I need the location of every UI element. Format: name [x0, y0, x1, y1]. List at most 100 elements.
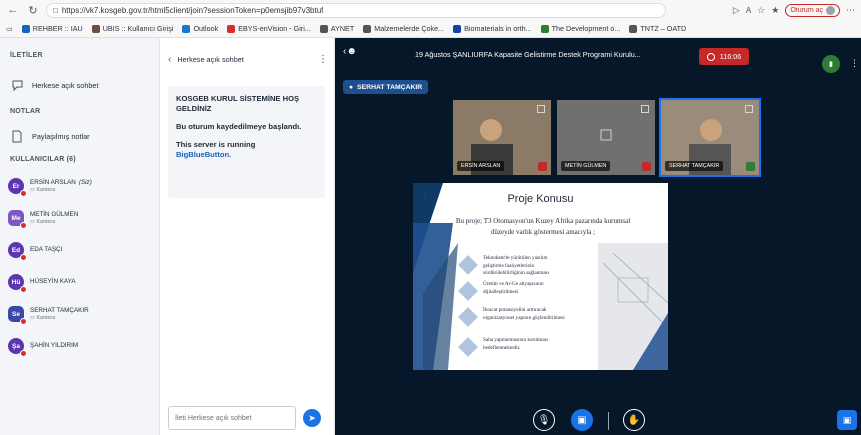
signal-icon: ▮ — [829, 61, 833, 68]
avatar: Şa — [8, 338, 27, 357]
bookmark-item[interactable]: EBYS-enVision - Giri... — [227, 24, 311, 33]
video-tile[interactable]: ERSİN ARSLAN — [453, 100, 551, 175]
bookmark-item[interactable]: AYNET — [319, 24, 354, 33]
bookmark-label: Biomaterials in orth... — [464, 24, 532, 33]
address-bar[interactable]: □ https://vk7.kosgeb.gov.tr/html5client/… — [46, 2, 666, 18]
bookmark-favicon-icon — [91, 24, 100, 33]
bookmark-item[interactable]: UBIS :: Kullanıcı Girişi — [91, 24, 173, 33]
muted-badge-icon — [20, 286, 27, 293]
raise-hand-button[interactable]: ✋ — [623, 409, 645, 431]
you-label: (Siz) — [78, 179, 92, 187]
slide-bullet-text: Teknokent'te yürütülen yazılım geliştirm… — [483, 255, 550, 277]
bookmark-label: EBYS-enVision - Giri... — [238, 24, 311, 33]
options-icon[interactable]: ⋮ — [850, 58, 859, 69]
user-name: ERSİN ARSLAN — [30, 179, 76, 187]
user-name-line: SERHAT TAMÇAKIR — [30, 307, 89, 315]
user-camera-status: ▭ Kamera — [30, 219, 78, 225]
welcome-message: KOSGEB KURUL SİSTEMİNE HOŞ GELDİNİZ Bu o… — [168, 86, 325, 198]
video-tile[interactable]: METİN GÜLMEN — [557, 100, 655, 175]
restore-presentation-button[interactable]: ▣ — [837, 410, 857, 430]
chat-options-icon[interactable]: ⋮ — [318, 54, 328, 65]
microphone-off-icon: 🎙 — [537, 414, 551, 426]
video-tile[interactable]: SERHAT TAMÇAKIR — [659, 98, 761, 177]
user-list-item[interactable]: Hü HÜSEYİN KAYA — [8, 274, 76, 293]
video-user-label[interactable]: ERSİN ARSLAN — [457, 161, 505, 171]
send-button[interactable]: ➤ — [303, 409, 321, 427]
avatar-initials: Şa — [12, 342, 20, 350]
user-camera-label: Kamera — [36, 218, 56, 225]
user-list-item[interactable]: Şa ŞAHİN YILDIRIM — [8, 338, 79, 357]
user-list-item[interactable]: Ed EDA TAŞÇI — [8, 242, 62, 261]
slide-bullet: Saha yapılanmasının kurulması hedeflenme… — [458, 337, 565, 357]
mute-button[interactable]: 🎙 — [533, 409, 555, 431]
favorites-list-icon[interactable]: ★ — [771, 5, 779, 16]
bookmark-favicon-icon — [182, 24, 191, 33]
read-aloud-icon[interactable]: A — [746, 6, 751, 15]
presentation-icon: ▣ — [842, 414, 852, 425]
meeting-area: ‹☻ 19 Ağustos ŞANLIURFA Kapasite Gelisti… — [335, 38, 861, 435]
users-section-title: KULLANICILAR (6) — [10, 156, 76, 163]
reload-icon[interactable]: ↻ — [26, 3, 40, 17]
connection-status-button[interactable]: ▮ — [822, 55, 840, 73]
tablet-icon[interactable]: ▭ — [6, 24, 13, 33]
bookmark-item[interactable]: Biomaterials in orth... — [453, 24, 532, 33]
user-name: ŞAHİN YILDIRIM — [30, 342, 79, 350]
avatar: Se — [8, 306, 27, 325]
favorite-icon[interactable]: ☆ — [757, 5, 765, 16]
microphone-off-icon — [538, 162, 547, 171]
user-info: SERHAT TAMÇAKIR ▭ Kamera — [30, 307, 89, 321]
user-list-item[interactable]: Me METİN GÜLMEN ▭ Kamera — [8, 210, 78, 229]
diamond-bullet-icon — [458, 307, 478, 327]
chevron-left-icon: ‹ — [168, 54, 172, 65]
fullscreen-icon[interactable] — [745, 105, 753, 113]
talking-indicator[interactable]: ● SERHAT TAMÇAKIR — [343, 80, 429, 94]
chat-message-input[interactable]: İleti Herkese açık sohbet — [168, 406, 296, 430]
public-chat-label: Herkese açık sohbet — [32, 80, 99, 90]
avatar-initials: Me — [11, 214, 21, 222]
toolbar-separator — [608, 412, 609, 430]
shared-notes-item[interactable]: Paylaşılmış notlar — [10, 129, 90, 143]
public-chat-item[interactable]: Herkese açık sohbet — [10, 78, 99, 92]
bookmark-favicon-icon — [540, 24, 549, 33]
chat-back[interactable]: ‹ Herkese açık sohbet — [168, 54, 244, 65]
video-user-label[interactable]: SERHAT TAMÇAKIR — [665, 161, 724, 171]
slide-bullet: Teknokent'te yürütülen yazılım geliştirm… — [458, 255, 565, 278]
user-camera-label: Kamera — [36, 186, 56, 193]
user-camera-status: ▭ Kamera — [30, 315, 89, 321]
slide-bullet: Üretim ve Ar-Ge altyapısının dijitalleşt… — [458, 281, 565, 301]
bookmark-item[interactable]: REHBER :: IAU — [21, 24, 83, 33]
user-list-item[interactable]: Er ERSİN ARSLAN (Siz) ▭ Kamera — [8, 178, 92, 197]
more-icon[interactable]: ⋯ — [846, 5, 855, 16]
messages-section-title: İLETİLER — [10, 52, 43, 59]
user-list-toggle-icon[interactable]: ‹☻ — [343, 46, 357, 57]
page-icon: □ — [53, 5, 58, 15]
avatar: Ed — [8, 242, 27, 261]
microphone-on-icon — [746, 162, 755, 171]
recording-button[interactable]: 116:06 — [699, 48, 749, 65]
bookmark-label: Malzemelerde Çoke... — [374, 24, 445, 33]
bookmark-label: TNTZ – OATD — [640, 24, 687, 33]
bookmark-item[interactable]: Malzemelerde Çoke... — [363, 24, 444, 33]
bookmark-item[interactable]: Outlook — [182, 24, 218, 33]
webcam-button[interactable]: ▣ — [571, 409, 593, 431]
bookmark-item[interactable]: TNTZ – OATD — [629, 24, 686, 33]
notes-section-title: NOTLAR — [10, 108, 41, 115]
user-list-item[interactable]: Se SERHAT TAMÇAKIR ▭ Kamera — [8, 306, 89, 325]
hand-icon: ✋ — [627, 414, 641, 426]
fullscreen-icon[interactable] — [537, 105, 545, 113]
bookmark-label: REHBER :: IAU — [32, 24, 83, 33]
bookmark-favicon-icon — [363, 24, 372, 33]
diamond-bullet-icon — [458, 255, 478, 275]
bookmark-item[interactable]: The Development o... — [540, 24, 620, 33]
fullscreen-icon[interactable] — [641, 105, 649, 113]
back-icon[interactable]: ← — [6, 3, 20, 17]
reader-icon[interactable]: ▷ — [733, 5, 740, 16]
slide-subtitle: Bu proje; T3 Otomasyon'un Kuzey Afrika p… — [455, 217, 631, 236]
talking-user-name: SERHAT TAMÇAKIR — [357, 83, 423, 91]
muted-badge-icon — [20, 222, 27, 229]
bigbluebutton-link[interactable]: BigBlueButton. — [176, 150, 231, 159]
video-user-label[interactable]: METİN GÜLMEN — [561, 161, 611, 171]
microphone-off-icon — [642, 162, 651, 171]
profile-button[interactable]: Oturum aç — [785, 3, 840, 17]
profile-label: Oturum aç — [790, 6, 823, 14]
